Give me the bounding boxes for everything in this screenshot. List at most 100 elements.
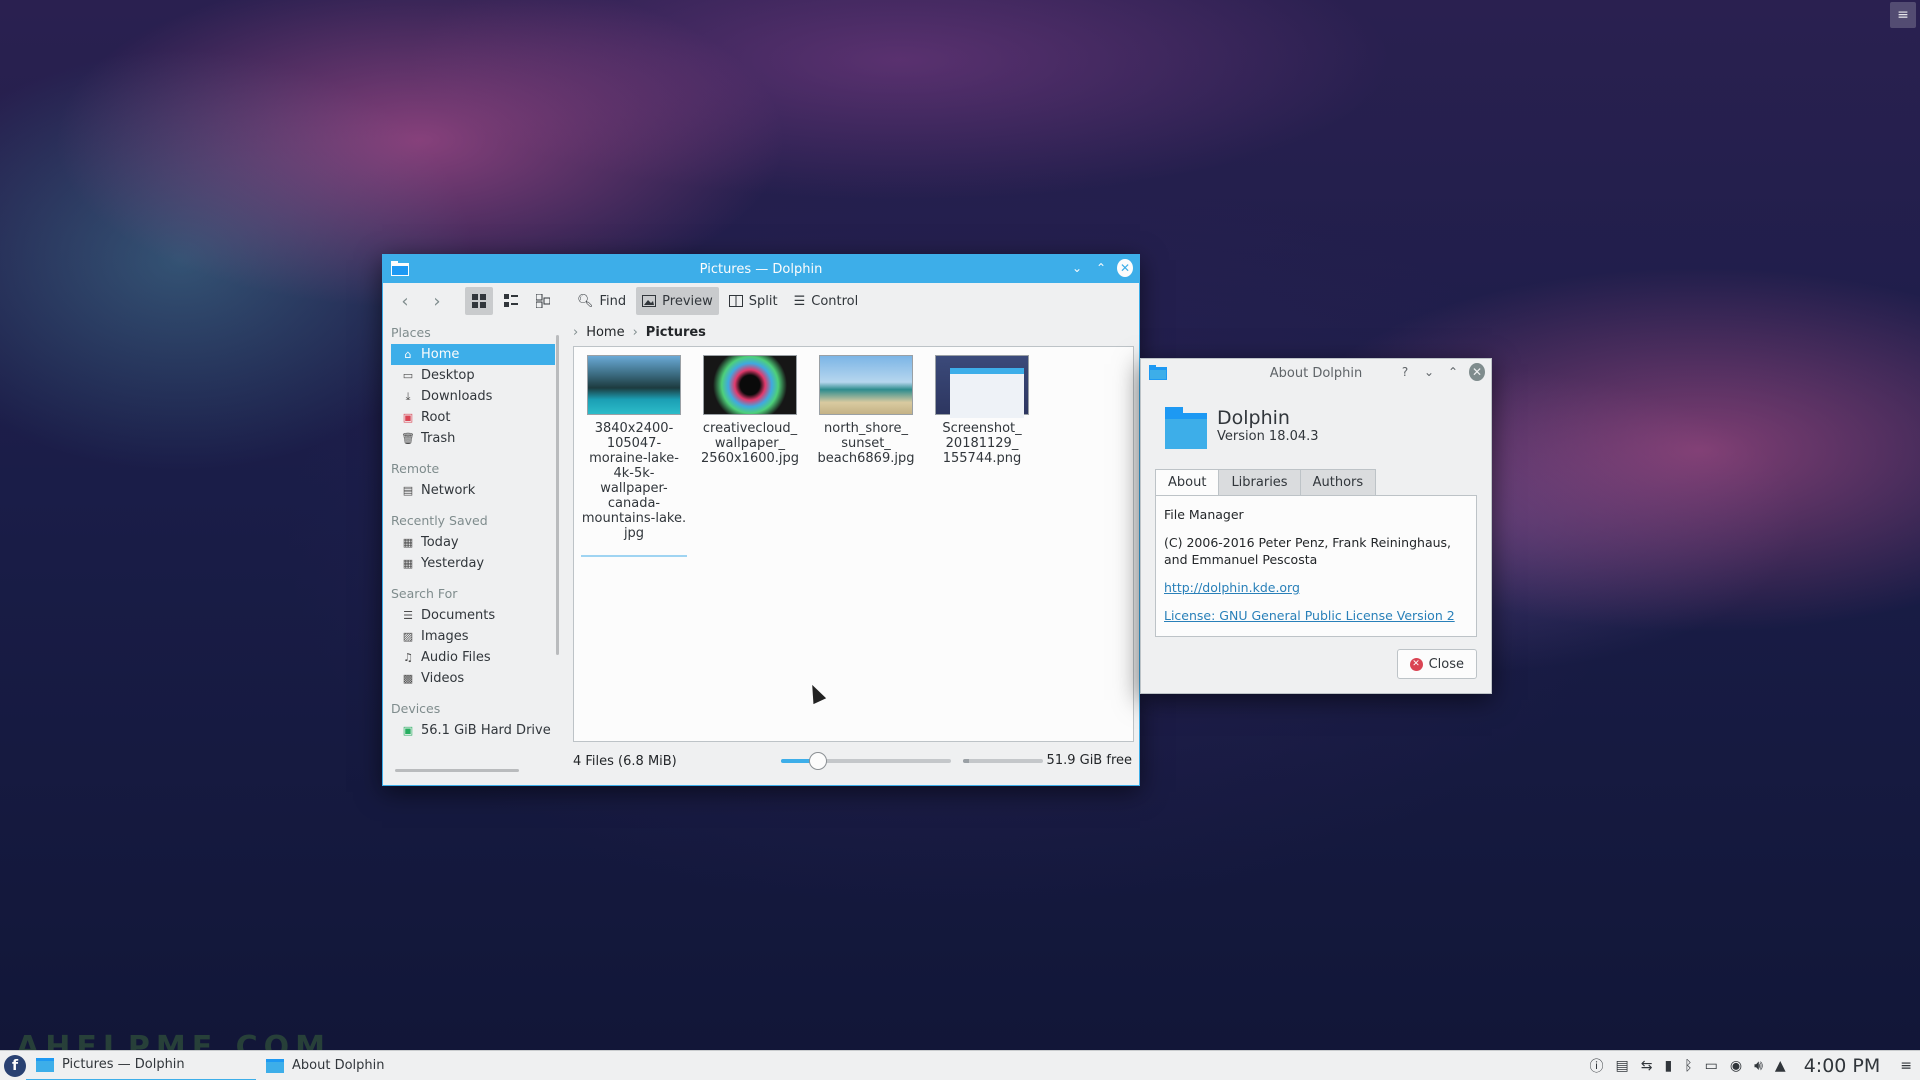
places-item-today[interactable]: ▦ Today (391, 532, 555, 553)
license-link[interactable]: License: GNU General Public License Vers… (1164, 608, 1455, 623)
places-item-downloads[interactable]: ⤓ Downloads (391, 386, 555, 407)
back-icon[interactable]: ‹ (391, 287, 419, 315)
help-icon[interactable]: ? (1397, 365, 1413, 379)
places-item-images[interactable]: ▨ Images (391, 626, 555, 647)
places-scrollbar[interactable] (556, 335, 559, 655)
preview-button[interactable]: Preview (636, 287, 719, 315)
split-icon (728, 295, 743, 307)
chevron-right-icon[interactable]: › (573, 325, 578, 340)
places-panel: Places ⌂ Home ▭ Desktop ⤓ Downloads ▣ Root 🗑… (383, 319, 563, 775)
file-thumbnail (819, 355, 913, 415)
tab-about[interactable]: About (1155, 469, 1220, 496)
expand-tray-icon[interactable]: ▲ (1775, 1058, 1786, 1074)
file-name-line: beach6869.jpg (817, 451, 915, 466)
copyright-text: (C) 2006-2016 Peter Penz, Frank Reiningh… (1164, 535, 1452, 567)
file-view[interactable]: 3840x2400- 105047- moraine-lake- 4k-5k- … (573, 346, 1134, 742)
places-item-hard-drive[interactable]: ▣ 56.1 GiB Hard Drive (391, 720, 555, 741)
close-icon[interactable]: ✕ (1117, 259, 1133, 277)
file-thumbnail (587, 355, 681, 415)
updates-icon[interactable]: ◉ (1730, 1058, 1742, 1074)
preview-label: Preview (662, 293, 713, 309)
task-dolphin[interactable]: Pictures — Dolphin (26, 1051, 256, 1080)
taskbar: f Pictures — Dolphin About Dolphin ⓘ ▤ ⇆… (0, 1050, 1920, 1080)
document-icon: ☰ (403, 609, 413, 622)
file-name-line: wallpaper- (600, 481, 668, 496)
file-item[interactable]: north_shore_ sunset_ beach6869.jpg (812, 355, 920, 466)
network-icon[interactable]: ▭ (1705, 1058, 1718, 1074)
app-version: Version 18.04.3 (1217, 429, 1319, 444)
about-titlebar[interactable]: About Dolphin ? ⌄ ⌃ ✕ (1141, 359, 1491, 387)
file-name-line: north_shore_ (824, 421, 908, 436)
folder-icon (36, 1057, 54, 1072)
details-view-icon[interactable] (529, 287, 557, 315)
task-about-dolphin[interactable]: About Dolphin (256, 1051, 395, 1080)
minimize-icon[interactable]: ⌄ (1421, 365, 1437, 379)
places-item-desktop[interactable]: ▭ Desktop (391, 365, 555, 386)
places-item-root[interactable]: ▣ Root (391, 407, 555, 428)
file-name-line: moraine-lake- (589, 451, 679, 466)
places-item-network[interactable]: ▤ Network (391, 480, 555, 501)
task-label: Pictures — Dolphin (62, 1057, 185, 1072)
network-icon: ▤ (402, 484, 414, 497)
maximize-icon[interactable]: ⌃ (1093, 261, 1109, 275)
places-item-documents[interactable]: ☰ Documents (391, 605, 555, 626)
control-button[interactable]: ☰ Control (788, 287, 865, 315)
places-horizontal-scrollbar[interactable] (395, 769, 519, 772)
volume-icon[interactable]: 🔊︎ (1754, 1058, 1763, 1074)
clock[interactable]: 4:00 PM (1804, 1055, 1881, 1077)
file-name-line: canada- (607, 496, 661, 511)
tab-libraries[interactable]: Libraries (1218, 469, 1301, 496)
file-thumbnail (703, 355, 797, 415)
places-item-yesterday[interactable]: ▦ Yesterday (391, 553, 555, 574)
maximize-icon[interactable]: ⌃ (1445, 365, 1461, 379)
close-button[interactable]: ✕ Close (1396, 649, 1477, 679)
image-icon (642, 295, 657, 307)
bluetooth-icon[interactable]: ᛒ (1684, 1058, 1692, 1074)
find-button[interactable]: 🔍︎ Find (571, 287, 632, 315)
file-item[interactable]: creativecloud_ wallpaper_ 2560x1600.jpg (696, 355, 804, 466)
hover-indicator (581, 555, 687, 557)
icons-view-icon[interactable] (465, 287, 493, 315)
clipboard-icon[interactable]: ▤ (1616, 1058, 1629, 1074)
split-button[interactable]: Split (723, 287, 784, 315)
file-name-line: creativecloud_ (702, 421, 798, 436)
file-item[interactable]: Screenshot_ 20181129_ 155744.png (928, 355, 1036, 466)
homepage-link[interactable]: http://dolphin.kde.org (1164, 580, 1300, 595)
kde-connect-icon[interactable]: ⇆ (1641, 1058, 1653, 1074)
dolphin-titlebar[interactable]: Pictures — Dolphin ⌄ ⌃ ✕ (383, 255, 1139, 283)
breadcrumb-pictures[interactable]: Pictures (646, 325, 706, 340)
minimize-icon[interactable]: ⌄ (1069, 261, 1085, 275)
close-button-label: Close (1428, 656, 1464, 672)
file-item[interactable]: 3840x2400- 105047- moraine-lake- 4k-5k- … (580, 355, 688, 557)
places-item-home[interactable]: ⌂ Home (391, 344, 555, 365)
places-item-videos[interactable]: ▩ Videos (391, 668, 555, 689)
places-item-audio-files[interactable]: ♫ Audio Files (391, 647, 555, 668)
places-item-trash[interactable]: 🗑︎ Trash (391, 428, 555, 449)
info-icon[interactable]: ⓘ (1590, 1056, 1604, 1076)
file-name-line: jpg (623, 526, 645, 541)
file-name-line: 155744.png (942, 451, 1022, 466)
file-thumbnail (935, 355, 1029, 418)
app-description: File Manager (1164, 507, 1244, 522)
breadcrumb-home[interactable]: Home (586, 325, 624, 340)
recently-saved-section-header: Recently Saved (391, 513, 488, 528)
calendar-icon: ▦ (402, 557, 414, 570)
close-icon[interactable]: ✕ (1469, 363, 1485, 381)
desktop-icon: ▭ (402, 369, 414, 382)
desktop-toolbox-icon[interactable]: ≡ (1890, 2, 1916, 28)
battery-icon[interactable]: ▮ (1665, 1058, 1673, 1074)
panel-menu-icon[interactable]: ≡ (1900, 1058, 1912, 1074)
devices-section-header: Devices (391, 701, 441, 716)
system-tray: ⓘ ▤ ⇆ ▮ ᛒ ▭ ◉ 🔊︎ ▲ 4:00 PM ≡ (1590, 1051, 1912, 1080)
root-folder-icon: ▣ (402, 411, 414, 424)
dolphin-window: Pictures — Dolphin ⌄ ⌃ ✕ ‹ › 🔍︎ Find Pre… (382, 254, 1140, 786)
zoom-slider-handle[interactable] (809, 752, 828, 770)
compact-view-icon[interactable] (497, 287, 525, 315)
control-label: Control (811, 293, 859, 309)
forward-icon[interactable]: › (423, 287, 451, 315)
trash-icon: 🗑︎ (401, 432, 415, 445)
tab-authors[interactable]: Authors (1299, 469, 1377, 496)
file-name-line: sunset_ (841, 436, 891, 451)
hard-drive-icon: ▣ (402, 724, 414, 737)
app-launcher-icon[interactable]: f (4, 1054, 26, 1077)
